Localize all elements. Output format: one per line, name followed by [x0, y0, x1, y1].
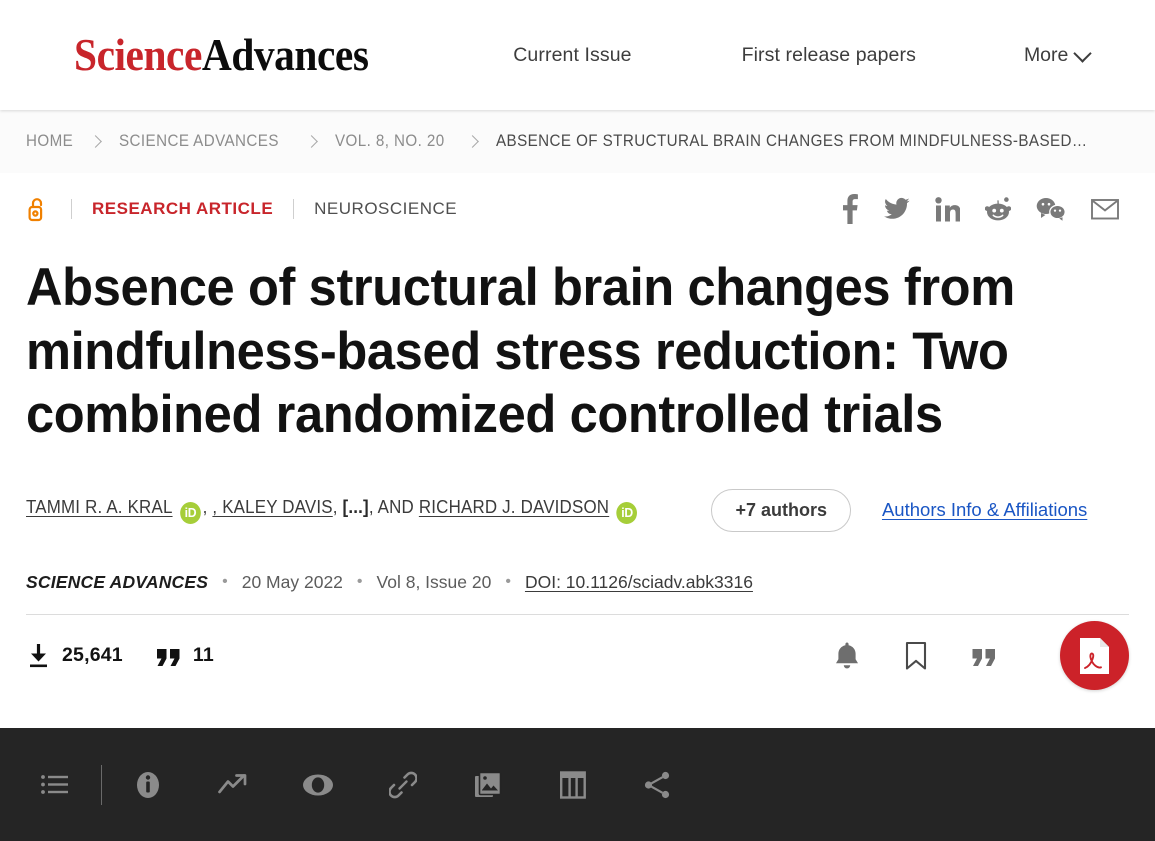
quote-icon — [156, 648, 180, 666]
authors-row: TAMMI R. A. KRAL iD, , KALEY DAVIS, [...]… — [26, 488, 1129, 532]
author-separator: , — [202, 496, 213, 517]
logo-science-word: Science — [74, 29, 202, 80]
doi-link[interactable]: DOI: 10.1126/sciadv.abk3316 — [525, 572, 753, 593]
nav-current-issue[interactable]: Current Issue — [513, 44, 631, 67]
contents-list-icon[interactable] — [27, 757, 83, 813]
author-separator: , — [332, 496, 343, 517]
authors-etal: [...] — [342, 496, 369, 517]
citations-metric[interactable]: 11 — [156, 644, 214, 667]
citations-count: 11 — [192, 644, 214, 667]
volume-issue: Vol 8, Issue 20 — [376, 571, 492, 592]
chevron-right-icon — [91, 137, 100, 146]
publication-date: 20 May 2022 — [241, 571, 343, 592]
site-logo[interactable]: ScienceAdvances — [74, 32, 369, 78]
share-icon-group — [841, 194, 1129, 224]
share-icon[interactable] — [630, 757, 686, 813]
separator-dot: • — [356, 573, 363, 591]
authors-list: TAMMI R. A. KRAL iD, , KALEY DAVIS, [...]… — [26, 497, 639, 524]
toolbar-divider — [101, 764, 102, 805]
reddit-icon[interactable] — [985, 197, 1011, 221]
info-icon[interactable] — [120, 757, 176, 813]
downloads-count: 25,641 — [62, 644, 123, 667]
more-authors-button[interactable]: +7 authors — [711, 488, 851, 532]
divider — [293, 199, 295, 219]
author-link-first[interactable]: TAMMI R. A. KRAL — [26, 497, 173, 517]
email-icon[interactable] — [1091, 198, 1119, 220]
article-topic-label[interactable]: NEUROSCIENCE — [314, 199, 457, 219]
article-meta-row: RESEARCH ARTICLE NEUROSCIENCE — [26, 180, 1129, 238]
chevron-down-icon — [1075, 46, 1090, 61]
article-type-label[interactable]: RESEARCH ARTICLE — [92, 199, 273, 219]
nav-more-label: More — [1023, 43, 1069, 66]
tables-icon[interactable] — [545, 757, 601, 813]
pdf-download-button[interactable] — [1060, 621, 1129, 691]
figures-images-icon[interactable] — [460, 757, 516, 813]
page-title: Absence of structural brain changes from… — [26, 258, 1015, 445]
metrics-trend-icon[interactable] — [205, 757, 261, 813]
breadcrumb-item-current: ABSENCE OF STRUCTURAL BRAIN CHANGES FROM… — [496, 132, 1088, 150]
alerts-bell-icon[interactable] — [834, 641, 860, 671]
authors-and: , AND — [368, 496, 419, 517]
article-actions — [834, 621, 1129, 691]
logo-advances-word: Advances — [201, 29, 369, 80]
separator-dot: • — [222, 573, 228, 591]
cite-quote-icon[interactable] — [972, 645, 998, 667]
journal-metadata-row: SCIENCE ADVANCES • 20 May 2022 • Vol 8, … — [26, 572, 1129, 615]
breadcrumb: HOME SCIENCE ADVANCES VOL. 8, NO. 20 ABS… — [0, 110, 1155, 173]
author-link-second[interactable]: , KALEY DAVIS — [212, 497, 332, 517]
view-eye-icon[interactable] — [290, 757, 346, 813]
pdf-file-icon — [1080, 637, 1109, 674]
article-header: RESEARCH ARTICLE NEUROSCIENCE Absence of… — [0, 180, 1155, 697]
chevron-right-icon — [468, 137, 477, 146]
main-navigation: Current Issue First release papers More — [513, 44, 1155, 67]
breadcrumb-item-home[interactable]: HOME — [26, 132, 73, 151]
breadcrumb-item-journal[interactable]: SCIENCE ADVANCES — [119, 132, 279, 151]
facebook-icon[interactable] — [841, 194, 859, 224]
journal-name[interactable]: SCIENCE ADVANCES — [26, 572, 208, 593]
author-link-last[interactable]: RICHARD J. DAVIDSON — [419, 497, 609, 517]
orcid-icon[interactable]: iD — [180, 501, 201, 524]
wechat-icon[interactable] — [1036, 197, 1066, 221]
nav-more-menu[interactable]: More — [1024, 44, 1090, 67]
separator-dot: • — [505, 573, 511, 591]
chevron-right-icon — [307, 137, 316, 146]
metrics-row: 25,641 11 — [26, 615, 1129, 697]
download-icon — [30, 643, 47, 667]
twitter-icon[interactable] — [884, 197, 910, 221]
nav-first-release-papers[interactable]: First release papers — [742, 44, 916, 67]
authors-info-affiliations-link[interactable]: Authors Info & Affiliations — [882, 499, 1087, 521]
open-access-lock-icon — [28, 198, 43, 222]
bookmark-icon[interactable] — [904, 641, 928, 671]
divider — [71, 199, 72, 219]
site-header: ScienceAdvances Current Issue First rele… — [0, 0, 1155, 110]
linkedin-icon[interactable] — [935, 196, 960, 222]
breadcrumb-item-volume[interactable]: VOL. 8, NO. 20 — [335, 132, 445, 151]
downloads-metric[interactable]: 25,641 — [26, 643, 123, 669]
link-icon[interactable] — [375, 757, 431, 813]
orcid-icon[interactable]: iD — [616, 501, 638, 524]
article-tools-toolbar — [0, 728, 1155, 841]
